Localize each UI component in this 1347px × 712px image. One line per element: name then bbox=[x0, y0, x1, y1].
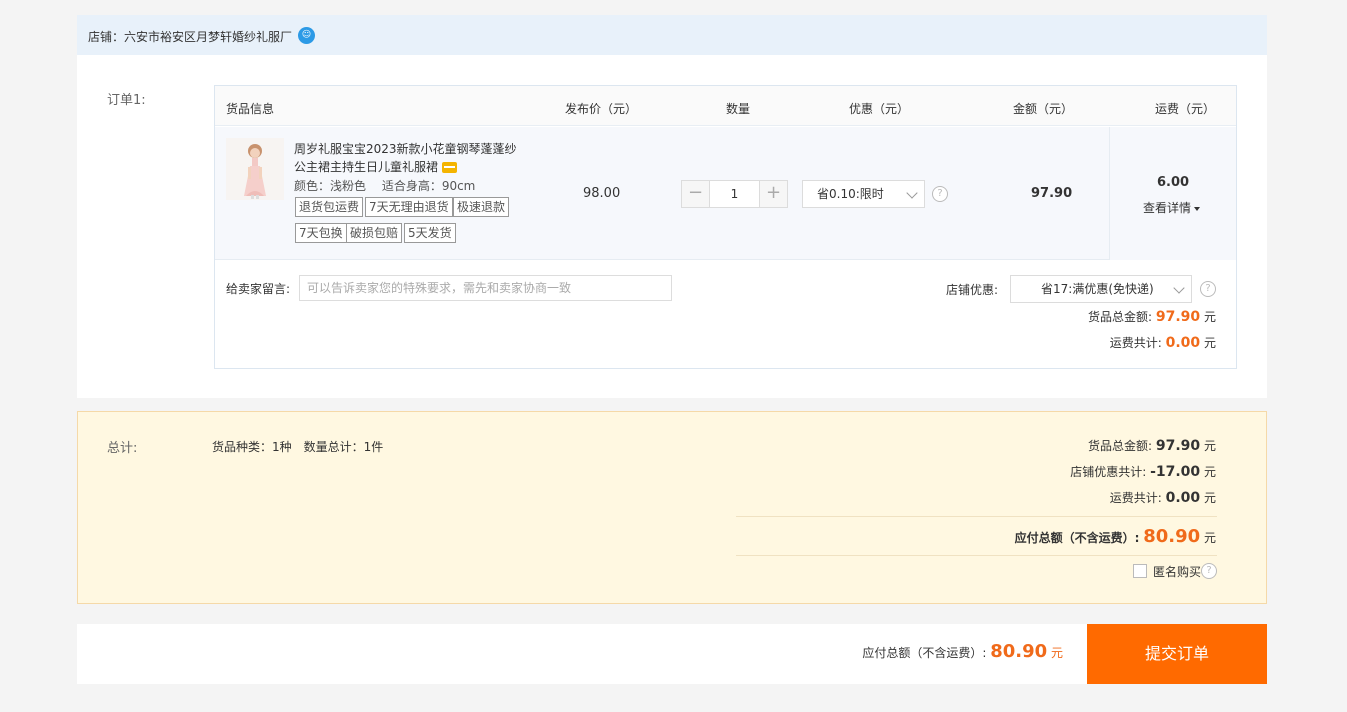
service-tag: 破损包赔 bbox=[346, 223, 403, 243]
submit-order-button[interactable]: 提交订单 bbox=[1087, 624, 1267, 684]
shipping-detail-label: 查看详情 bbox=[1143, 201, 1192, 215]
chevron-down-icon bbox=[906, 187, 918, 199]
unit: 元 bbox=[1203, 465, 1216, 479]
summary-discount-value: -17.00 bbox=[1150, 464, 1201, 480]
order-label: 订单1: bbox=[107, 93, 146, 108]
header-goods: 货品信息 bbox=[226, 102, 275, 116]
divider bbox=[736, 555, 1217, 556]
summary-payable-value: 80.90 bbox=[1143, 526, 1201, 547]
quantity-input[interactable]: 1 bbox=[709, 181, 760, 207]
shipping-detail-link[interactable]: 查看详情 bbox=[1143, 199, 1201, 216]
order-shipping-total-label: 运费共计: bbox=[1109, 336, 1162, 350]
unit: 元 bbox=[1203, 336, 1216, 350]
footer-payable-value: 80.90 bbox=[990, 641, 1048, 662]
divider bbox=[77, 394, 1267, 402]
summary-shipping-total: 运费共计: 0.00 元 bbox=[1110, 489, 1216, 506]
store-name[interactable]: 店铺：六安市裕安区月梦轩婚纱礼服厂 bbox=[88, 28, 292, 45]
summary-kinds: 货品种类：1种 数量总计：1件 bbox=[212, 440, 384, 454]
product-image[interactable] bbox=[226, 138, 284, 200]
footer-payable-label: 应付总额（不含运费）: bbox=[862, 646, 987, 660]
item-amount: 97.90 bbox=[1031, 186, 1073, 201]
unit: 元 bbox=[1203, 439, 1216, 453]
summary-goods-total-label: 货品总金额: bbox=[1087, 439, 1153, 453]
summary-goods-total: 货品总金额: 97.90 元 bbox=[1088, 437, 1216, 454]
unit: 元 bbox=[1203, 531, 1216, 545]
discount-select-value: 省0.10:限时 bbox=[817, 187, 884, 201]
order-shipping-total: 运费共计: 0.00 元 bbox=[1110, 334, 1216, 351]
summary-shipping-value: 0.00 bbox=[1165, 490, 1201, 506]
service-tag: 极速退款 bbox=[453, 197, 510, 217]
order-shipping-total-value: 0.00 bbox=[1165, 335, 1201, 351]
header-discount: 优惠（元） bbox=[849, 102, 910, 116]
summary-payable: 应付总额（不含运费）: 80.90 元 bbox=[1015, 526, 1216, 547]
unit: 元 bbox=[1050, 646, 1063, 660]
summary-shipping-label: 运费共计: bbox=[1109, 491, 1162, 505]
divider bbox=[736, 516, 1217, 517]
store-discount-label: 店铺优惠: bbox=[946, 283, 999, 297]
summary-discount-total: 店铺优惠共计: -17.00 元 bbox=[1070, 463, 1216, 480]
shipping-cell bbox=[1109, 127, 1236, 260]
message-input[interactable] bbox=[299, 275, 672, 301]
order-goods-total: 货品总金额: 97.90 元 bbox=[1088, 308, 1216, 325]
discount-select[interactable]: 省0.10:限时 bbox=[802, 180, 925, 208]
help-icon[interactable]: ? bbox=[932, 186, 948, 202]
store-discount-select-value: 省17:满优惠(免快递) bbox=[1041, 282, 1154, 296]
summary-payable-label: 应付总额（不含运费）: bbox=[1014, 531, 1140, 545]
help-icon[interactable]: ? bbox=[1200, 281, 1216, 297]
store-discount-select[interactable]: 省17:满优惠(免快递) bbox=[1010, 275, 1192, 303]
service-tag: 退货包运费 bbox=[295, 197, 364, 217]
decrement-button[interactable]: − bbox=[682, 181, 709, 207]
message-label: 给卖家留言: bbox=[226, 282, 291, 296]
service-tag: 5天发货 bbox=[404, 223, 456, 243]
summary-discount-label: 店铺优惠共计: bbox=[1070, 465, 1147, 479]
header-amount: 金额（元） bbox=[1013, 102, 1074, 116]
product-title[interactable]: 周岁礼服宝宝2023新款小花童钢琴蓬蓬纱 公主裙主持生日儿童礼服裙 bbox=[294, 140, 524, 176]
summary-goods-total-value: 97.90 bbox=[1155, 438, 1201, 454]
header-price: 发布价（元） bbox=[565, 102, 638, 116]
help-icon[interactable]: ? bbox=[1201, 563, 1217, 579]
order-goods-total-label: 货品总金额: bbox=[1087, 310, 1153, 324]
quantity-stepper: − 1 + bbox=[681, 180, 788, 208]
summary-label: 总计: bbox=[107, 441, 138, 456]
product-title-line1[interactable]: 周岁礼服宝宝2023新款小花童钢琴蓬蓬纱 bbox=[294, 140, 524, 158]
card-icon bbox=[442, 162, 458, 173]
item-shipping: 6.00 bbox=[1157, 175, 1190, 190]
service-tag: 7天无理由退货 bbox=[365, 197, 453, 217]
anonymous-label[interactable]: 匿名购买 bbox=[1153, 563, 1201, 580]
product-spec: 颜色：浅粉色 适合身高：90cm bbox=[294, 179, 476, 193]
header-shipping: 运费（元） bbox=[1155, 102, 1216, 116]
wangwang-chat-icon[interactable]: ☺ bbox=[298, 27, 315, 44]
unit: 元 bbox=[1203, 310, 1216, 324]
item-price: 98.00 bbox=[583, 186, 621, 201]
order-goods-total-value: 97.90 bbox=[1155, 309, 1201, 325]
unit: 元 bbox=[1203, 491, 1216, 505]
header-qty: 数量 bbox=[726, 102, 751, 116]
footer-payable: 应付总额（不含运费）: 80.90 元 bbox=[862, 641, 1063, 662]
anonymous-checkbox[interactable] bbox=[1133, 564, 1147, 578]
increment-button[interactable]: + bbox=[760, 181, 787, 207]
service-tag: 7天包换 bbox=[295, 223, 347, 243]
chevron-down-icon bbox=[1173, 282, 1185, 294]
product-title-line2[interactable]: 公主裙主持生日儿童礼服裙 bbox=[294, 160, 438, 174]
caret-down-icon bbox=[1194, 206, 1201, 211]
